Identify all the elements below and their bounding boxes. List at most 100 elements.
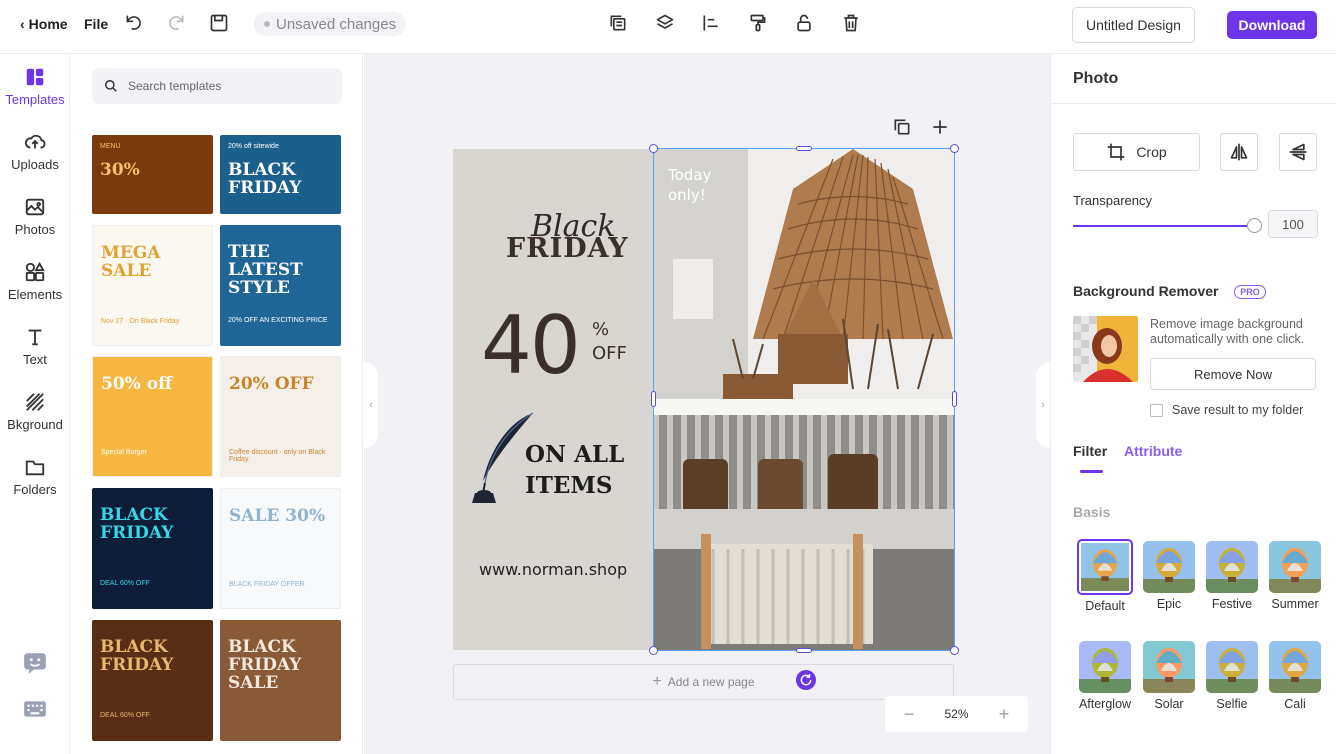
on-all-label[interactable]: ON ALL (525, 441, 624, 468)
keyboard-shortcuts-icon[interactable] (22, 696, 48, 722)
resize-handle-right[interactable] (952, 391, 957, 407)
rail-label: Photos (14, 222, 56, 237)
file-menu-button[interactable]: File (84, 14, 108, 34)
zoom-out-button[interactable]: − (901, 704, 917, 725)
resize-handle-top-right[interactable] (950, 144, 959, 153)
rail-item-uploads[interactable]: Uploads (0, 131, 70, 187)
save-icon[interactable] (206, 10, 232, 36)
filter-preview-image (1269, 641, 1321, 693)
filter-option[interactable]: Afterglow (1078, 641, 1132, 711)
template-thumbnail[interactable]: 30% MENU (92, 135, 213, 214)
zoom-level[interactable]: 52% (944, 707, 968, 721)
collapse-right-panel-handle[interactable]: › (1036, 362, 1050, 448)
filter-option[interactable]: Cali (1268, 641, 1322, 711)
resize-handle-bottom-left[interactable] (649, 646, 658, 655)
remove-now-button[interactable]: Remove Now (1150, 358, 1316, 390)
delete-icon[interactable] (838, 10, 864, 36)
template-thumbnail[interactable]: MEGA SALE Nov 27 · On Black Friday (92, 225, 213, 346)
filter-preview-image (1077, 539, 1133, 595)
off-label[interactable]: OFF (592, 343, 627, 364)
collapse-left-panel-handle[interactable]: ‹ (364, 362, 378, 448)
flip-horizontal-button[interactable] (1220, 133, 1258, 171)
resize-handle-top-left[interactable] (649, 144, 658, 153)
home-button[interactable]: ‹ Home (20, 14, 68, 34)
template-thumbnail[interactable]: BLACK FRIDAY DEAL 60% OFF (92, 488, 213, 609)
tab-attribute[interactable]: Attribute (1124, 443, 1182, 459)
rail-item-background[interactable]: Bkground (0, 391, 70, 447)
undo-icon[interactable] (121, 10, 147, 36)
url-text[interactable]: www.norman.shop (479, 560, 627, 579)
template-thumbnail[interactable]: BLACK FRIDAY 20% off sitewide (220, 135, 341, 214)
resize-handle-top[interactable] (796, 146, 812, 151)
editor-app: ‹ Home File Unsaved changes Untitled Des… (0, 0, 1336, 754)
filter-option[interactable]: Default (1076, 539, 1134, 613)
image-icon (25, 198, 45, 216)
chat-bot-icon[interactable] (22, 650, 48, 676)
align-left-icon[interactable] (698, 10, 724, 36)
background-remover-preview (1073, 316, 1138, 382)
add-page-label: Add a new page (667, 675, 755, 689)
filter-label: Cali (1284, 697, 1306, 711)
transparency-slider-track[interactable] (1073, 225, 1247, 227)
filter-label: Default (1085, 599, 1125, 613)
filter-option[interactable]: Selfie (1205, 641, 1259, 711)
rail-item-templates[interactable]: Templates (0, 66, 70, 122)
title-friday[interactable]: FRIDAY (506, 233, 629, 264)
duplicate-page-icon[interactable] (892, 117, 912, 137)
template-thumbnail[interactable]: 20% OFF Coffee discount · only on Black F… (220, 356, 341, 477)
rail-item-elements[interactable]: Elements (0, 261, 70, 317)
rail-item-text[interactable]: Text (0, 326, 70, 382)
filter-option[interactable]: Summer (1268, 541, 1322, 611)
filter-option[interactable]: Festive (1205, 541, 1259, 611)
unsaved-changes-badge: Unsaved changes (254, 12, 407, 36)
rail-item-photos[interactable]: Photos (0, 196, 70, 252)
chevron-left-icon: ‹ (369, 399, 373, 411)
filter-option[interactable]: Epic (1142, 541, 1196, 611)
template-thumbnail-title: THE LATEST STYLE (228, 242, 303, 298)
items-label[interactable]: ITEMS (525, 472, 612, 499)
filter-label: Afterglow (1078, 697, 1132, 711)
filter-option[interactable]: Solar (1142, 641, 1196, 711)
format-paint-icon[interactable] (745, 10, 771, 36)
zoom-control: − 52% + (885, 696, 1028, 732)
transparency-value-input[interactable]: 100 (1268, 210, 1318, 238)
transparency-label: Transparency (1073, 193, 1152, 208)
template-thumbnail-subtitle: DEAL 60% OFF (100, 580, 150, 587)
crop-button[interactable]: Crop (1073, 133, 1200, 171)
resize-handle-bottom-right[interactable] (950, 646, 959, 655)
template-thumbnail-subtitle: MENU (100, 143, 121, 150)
redo-icon[interactable] (163, 10, 189, 36)
percent-sign[interactable]: % (592, 319, 609, 340)
resize-handle-left[interactable] (651, 391, 656, 407)
discount-number[interactable]: 40 (481, 299, 581, 392)
template-search[interactable] (92, 68, 342, 104)
transparency-slider-handle[interactable] (1247, 218, 1262, 233)
unlock-icon[interactable] (791, 10, 817, 36)
template-thumbnail-title: SALE 30% (229, 506, 326, 526)
filter-label: Selfie (1216, 697, 1248, 711)
template-thumbnail[interactable]: SALE 30% BLACK FRIDAY OFFER (220, 488, 341, 609)
chevron-right-icon: › (1041, 399, 1045, 411)
layers-icon[interactable] (652, 10, 678, 36)
flip-vertical-button[interactable] (1279, 133, 1317, 171)
add-page-plus-icon[interactable] (930, 117, 950, 137)
copy-icon[interactable] (605, 10, 631, 36)
rotate-icon[interactable] (796, 670, 816, 690)
template-thumbnail[interactable]: BLACK FRIDAY SALE (220, 620, 341, 741)
save-result-checkbox[interactable] (1150, 404, 1163, 417)
tab-filter[interactable]: Filter (1073, 443, 1107, 459)
basis-section-label: Basis (1073, 504, 1111, 520)
templates-icon (26, 68, 44, 86)
design-name-field[interactable]: Untitled Design (1072, 7, 1195, 43)
template-thumbnail[interactable]: THE LATEST STYLE 20% OFF AN EXCITING PRIC… (220, 225, 341, 346)
template-thumbnail-title: 20% OFF (229, 374, 314, 394)
search-input[interactable] (128, 79, 318, 93)
rail-item-folders[interactable]: Folders (0, 456, 70, 512)
resize-handle-bottom[interactable] (796, 648, 812, 653)
zoom-in-button[interactable]: + (996, 704, 1012, 725)
template-thumbnail[interactable]: BLACK FRIDAY DEAL 60% OFF (92, 620, 213, 741)
save-result-label[interactable]: Save result to my folder (1172, 403, 1303, 417)
add-new-page-button[interactable]: + Add a new page (453, 664, 954, 700)
template-thumbnail[interactable]: 50% off Special Burger (92, 356, 213, 477)
download-button[interactable]: Download (1227, 11, 1317, 39)
